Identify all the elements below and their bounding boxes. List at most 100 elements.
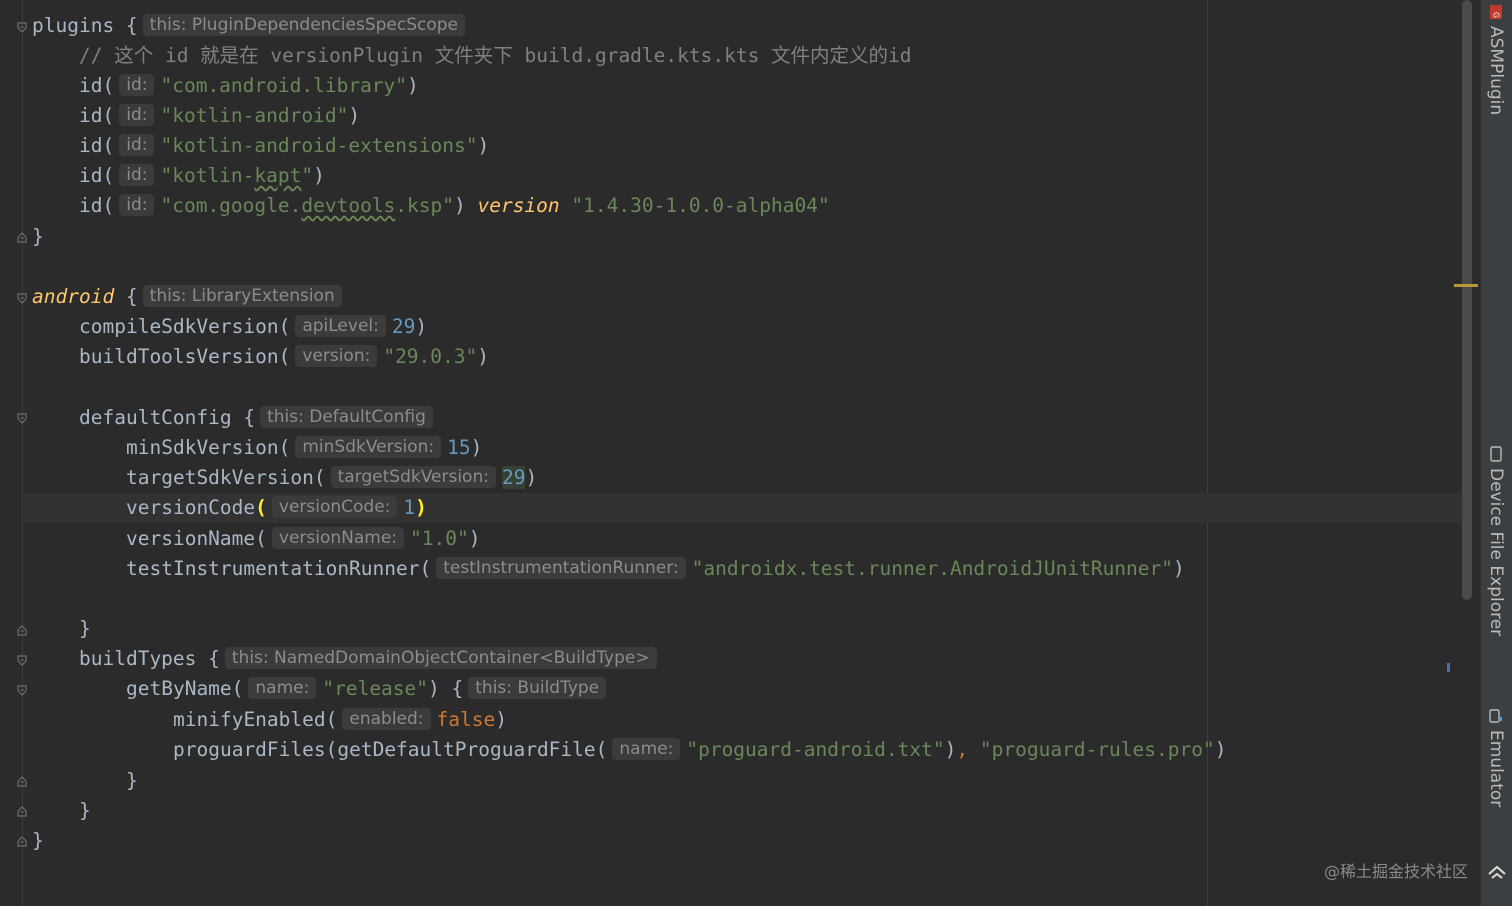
code-line[interactable]: }	[0, 222, 1462, 252]
string-literal: "release"	[322, 677, 429, 700]
number-literal: 29	[501, 466, 526, 489]
comment-text: // 这个 id 就是在 versionPlugin 文件夹下 build.gr…	[79, 44, 912, 67]
block-name: buildTypes {	[79, 647, 220, 670]
code-line[interactable]: versionName(versionName: "1.0")	[0, 524, 1462, 554]
call: id(	[79, 134, 115, 157]
string-literal: "29.0.3"	[383, 345, 478, 368]
code-line[interactable]: testInstrumentationRunner(testInstrument…	[0, 554, 1462, 584]
param-hint: apiLevel:	[295, 315, 386, 337]
asm-plugin-icon: G	[1490, 5, 1502, 19]
param-hint: testInstrumentationRunner:	[436, 557, 686, 579]
code-comment[interactable]: // 这个 id 就是在 versionPlugin 文件夹下 build.gr…	[0, 41, 1462, 71]
string-literal: "com.android.library"	[160, 74, 408, 97]
code-line[interactable]: defaultConfig {this: DefaultConfig	[0, 403, 1462, 433]
paren: )	[944, 738, 957, 761]
emulator-icon	[1489, 709, 1502, 723]
number-literal: 29	[391, 315, 416, 338]
type-hint: this: PluginDependenciesSpecScope	[142, 14, 466, 36]
tool-window-label: Emulator	[1486, 730, 1506, 808]
brace: {	[114, 285, 138, 308]
call: id(	[79, 164, 115, 187]
code-line[interactable]: plugins {this: PluginDependenciesSpecSco…	[0, 11, 1462, 41]
call: versionCode	[126, 496, 256, 519]
code-line[interactable]: id(id: "kotlin-android-extensions")	[0, 131, 1462, 161]
string-literal: "proguard-rules.pro"	[979, 738, 1215, 761]
param-hint: id:	[119, 74, 155, 96]
vertical-scrollbar[interactable]	[1462, 0, 1472, 600]
code-line[interactable]: android {this: LibraryExtension	[0, 282, 1462, 312]
code-line[interactable]: compileSdkVersion(apiLevel: 29)	[0, 312, 1462, 342]
paren: )	[1173, 557, 1185, 580]
string-literal: "kotlin-android-extensions"	[160, 134, 478, 157]
code-editor[interactable]: plugins {this: PluginDependenciesSpecSco…	[0, 0, 1480, 906]
code-line[interactable]: }	[0, 796, 1462, 826]
code-line[interactable]: }	[0, 766, 1462, 796]
typo-string-part: devtools	[301, 194, 396, 217]
code-line[interactable]: getByName(name: "release") {this: BuildTy…	[0, 674, 1462, 704]
code-line[interactable]: targetSdkVersion(targetSdkVersion: 29)	[0, 463, 1462, 493]
paren: )	[454, 194, 478, 217]
matched-paren: )	[415, 496, 427, 519]
tool-window-device-file-explorer[interactable]: Device File Explorer	[1480, 446, 1512, 636]
string-literal: "1.0"	[410, 527, 469, 550]
brace: }	[126, 769, 138, 792]
paren: )	[415, 315, 428, 338]
paren: )	[477, 134, 490, 157]
brace: {	[114, 14, 138, 37]
string-literal: .ksp"	[395, 194, 454, 217]
svg-text:G: G	[1492, 12, 1501, 18]
param-hint: id:	[119, 134, 155, 156]
type-hint: this: LibraryExtension	[142, 285, 342, 307]
call: id(	[79, 74, 115, 97]
current-code-line[interactable]: versionCode(versionCode: 1)	[24, 493, 1462, 523]
code-line[interactable]: id(id: "kotlin-kapt")	[0, 161, 1462, 191]
param-hint: name:	[612, 738, 681, 760]
call: getByName(	[126, 677, 244, 700]
code-line[interactable]: minifyEnabled(enabled: false)	[0, 705, 1462, 735]
code-line[interactable]: id(id: "com.google.devtools.ksp") version…	[0, 191, 1462, 221]
param-hint: id:	[119, 104, 155, 126]
tool-window-emulator[interactable]: Emulator	[1480, 708, 1512, 807]
code-line[interactable]: }	[0, 614, 1462, 644]
block-name: android	[32, 285, 115, 308]
type-hint: this: BuildType	[468, 677, 607, 699]
block-name: plugins	[32, 14, 115, 37]
call: proguardFiles(getDefaultProguardFile(	[173, 738, 608, 761]
keyword: false	[436, 708, 496, 731]
watermark: @稀土掘金技术社区	[1324, 862, 1469, 881]
infix-keyword: version	[477, 194, 560, 217]
call: minifyEnabled(	[173, 708, 338, 731]
call: testInstrumentationRunner(	[126, 557, 432, 580]
code-line[interactable]: buildToolsVersion(version: "29.0.3")	[0, 342, 1462, 372]
param-hint: id:	[119, 194, 155, 216]
paren: )	[477, 345, 489, 368]
call: buildToolsVersion(	[79, 345, 291, 368]
paren: )	[470, 436, 483, 459]
code-line[interactable]: proguardFiles(getDefaultProguardFile(nam…	[0, 735, 1462, 765]
paren: )	[1214, 738, 1227, 761]
call: id(	[79, 104, 115, 127]
code-line[interactable]: }	[0, 826, 1462, 856]
brace: }	[79, 617, 91, 640]
call: minSdkVersion(	[126, 436, 291, 459]
paren: ) {	[428, 677, 464, 700]
call: versionName(	[126, 527, 267, 550]
param-hint: minSdkVersion:	[295, 436, 442, 458]
string-literal: "proguard-android.txt"	[686, 738, 945, 761]
tool-window-asmplugin[interactable]: G ASMPlugin	[1480, 4, 1512, 115]
type-hint: this: NamedDomainObjectContainer<BuildTy…	[224, 647, 657, 669]
number-literal: 15	[447, 436, 471, 459]
string-literal: "kotlin-android"	[160, 104, 349, 127]
info-marker[interactable]	[1447, 663, 1450, 672]
param-hint: name:	[248, 677, 317, 699]
code-line[interactable]: minSdkVersion(minSdkVersion: 15)	[0, 433, 1462, 463]
tool-window-label: ASMPlugin	[1486, 26, 1506, 116]
paren: )	[407, 74, 419, 97]
code-line[interactable]: id(id: "com.android.library")	[0, 71, 1462, 101]
paren: )	[348, 104, 361, 127]
code-line[interactable]: id(id: "kotlin-android")	[0, 101, 1462, 131]
paren: )	[525, 466, 538, 489]
warning-marker[interactable]	[1454, 284, 1478, 287]
code-line[interactable]: buildTypes {this: NamedDomainObjectConta…	[0, 644, 1462, 674]
number-literal: 1	[403, 496, 416, 519]
